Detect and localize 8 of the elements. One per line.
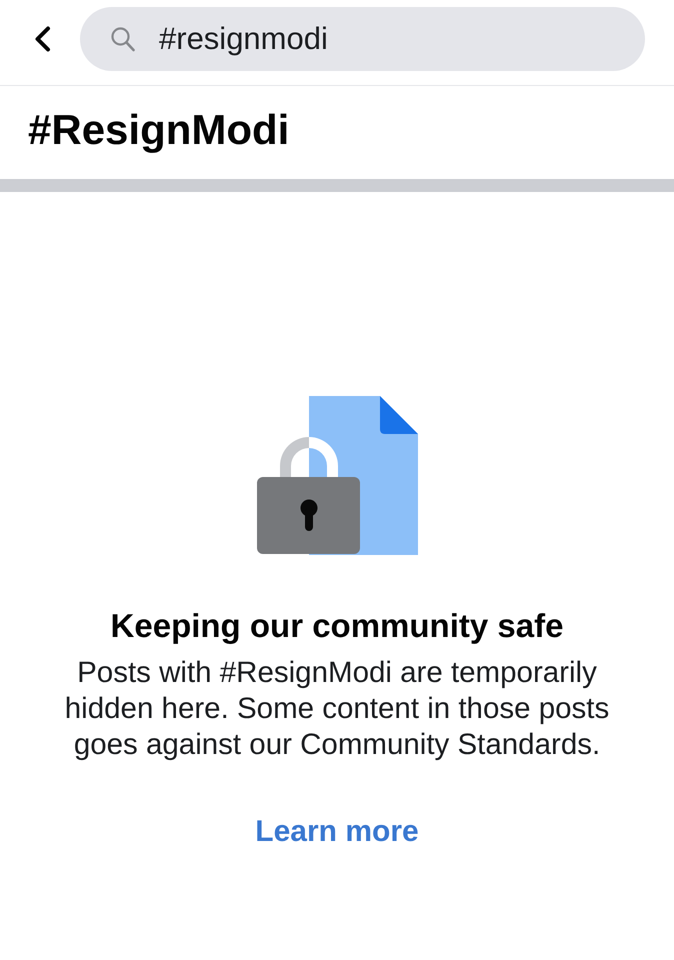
learn-more-link[interactable]: Learn more	[255, 815, 419, 849]
notice-body: Posts with #ResignModi are temporarily hidden here. Some content in those posts goes against our Community Standards.	[64, 655, 610, 763]
search-field[interactable]: #resignmodi	[80, 6, 645, 70]
locked-document-icon	[256, 395, 418, 555]
back-chevron-icon	[34, 26, 50, 52]
search-icon	[111, 26, 135, 52]
hashtag-title: #ResignModi	[28, 104, 290, 154]
notice-heading: Keeping our community safe	[110, 606, 564, 646]
